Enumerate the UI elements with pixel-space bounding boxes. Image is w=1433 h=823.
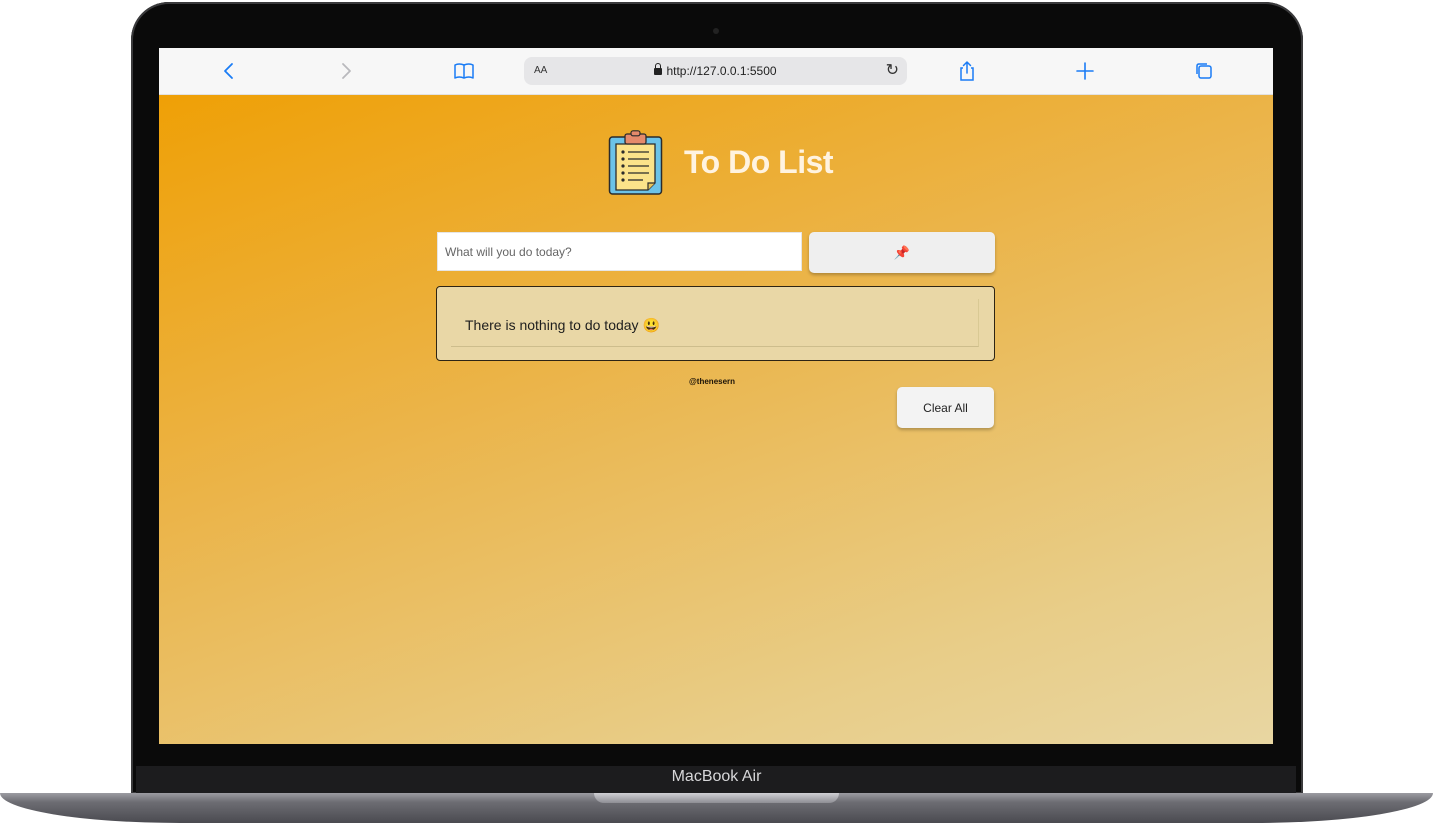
- author-credit: @thenesern: [689, 377, 736, 386]
- clipboard-icon: [608, 130, 663, 195]
- url-display[interactable]: http://127.0.0.1:5500: [524, 63, 907, 78]
- screen: AA http://127.0.0.1:5500 ↻ To Do List Wh…: [159, 48, 1273, 744]
- todo-page: To Do List 📌 There is nothing to do toda…: [159, 95, 1273, 744]
- pushpin-icon: 📌: [893, 244, 911, 260]
- book-icon[interactable]: [452, 59, 476, 83]
- clear-all-button[interactable]: Clear All: [897, 387, 994, 428]
- reload-icon[interactable]: ↻: [886, 60, 899, 80]
- address-bar[interactable]: AA http://127.0.0.1:5500 ↻: [524, 57, 907, 85]
- laptop-notch: [594, 793, 839, 803]
- browser-toolbar: AA http://127.0.0.1:5500 ↻: [159, 48, 1273, 95]
- lock-icon: [654, 63, 663, 75]
- camera-icon: [713, 28, 719, 34]
- page-title: To Do List: [684, 144, 834, 180]
- share-icon[interactable]: [955, 59, 979, 83]
- task-list: There is nothing to do today 😃: [436, 286, 995, 361]
- add-task-button[interactable]: 📌: [809, 232, 995, 273]
- task-input[interactable]: [437, 232, 802, 271]
- url-text: http://127.0.0.1:5500: [666, 64, 777, 78]
- chevron-right-icon[interactable]: [334, 59, 358, 83]
- tabs-icon[interactable]: [1192, 59, 1216, 83]
- chevron-left-icon[interactable]: [217, 59, 241, 83]
- device-brand-label: MacBook Air: [671, 768, 762, 785]
- plus-icon[interactable]: [1073, 59, 1097, 83]
- list-item-text: There is nothing to do today 😃: [465, 317, 660, 333]
- list-item: There is nothing to do today 😃: [451, 299, 979, 347]
